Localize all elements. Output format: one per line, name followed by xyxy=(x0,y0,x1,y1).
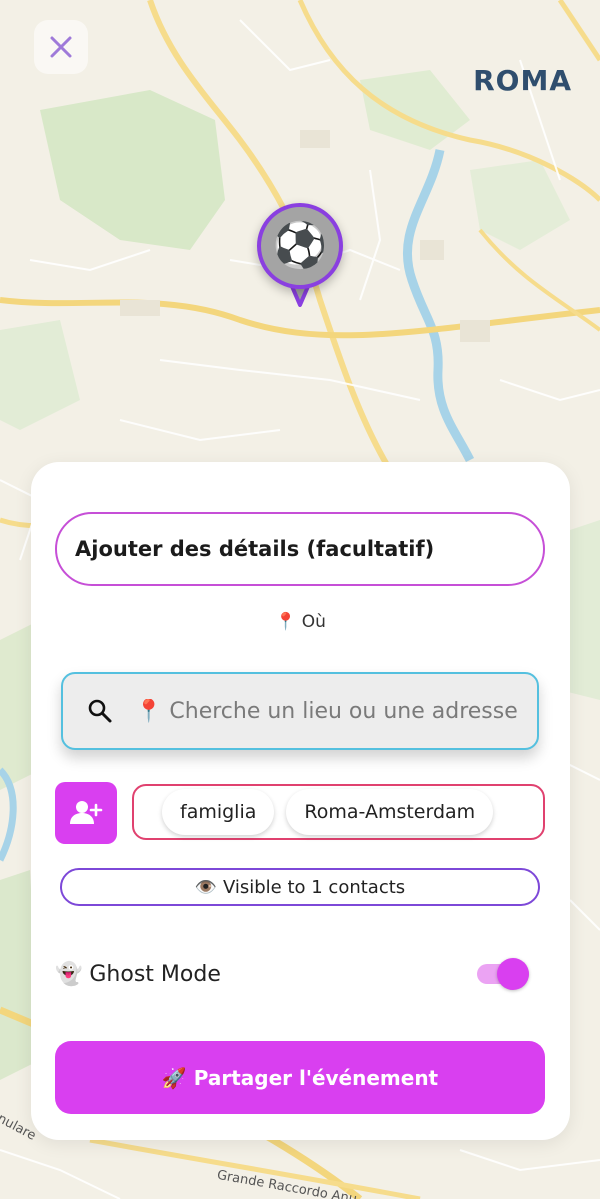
ghost-mode-toggle[interactable] xyxy=(477,958,529,990)
marker-bubble: ⚽ xyxy=(257,203,343,289)
ghost-mode-label: 👻 Ghost Mode xyxy=(55,961,221,987)
event-form-sheet: Ajouter des détails (facultatif) 📍 Où fa… xyxy=(31,462,570,1140)
where-label: 📍 Où xyxy=(275,612,326,632)
close-icon xyxy=(50,36,72,58)
soccer-ball-icon: ⚽ xyxy=(272,220,328,271)
city-label: ROMA xyxy=(473,64,572,97)
event-location-marker[interactable]: ⚽ xyxy=(257,203,343,311)
details-input-label: Ajouter des détails (facultatif) xyxy=(75,537,435,561)
ghost-mode-row: 👻 Ghost Mode xyxy=(55,954,535,994)
group-chip-famiglia[interactable]: famiglia xyxy=(162,789,275,835)
visibility-selector[interactable]: 👁️ Visible to 1 contacts xyxy=(60,868,540,906)
close-button[interactable] xyxy=(34,20,88,74)
add-contact-button[interactable] xyxy=(55,782,117,844)
location-search-box[interactable] xyxy=(61,672,539,750)
details-input[interactable]: Ajouter des détails (facultatif) xyxy=(55,512,545,586)
location-search-input[interactable] xyxy=(135,698,535,724)
group-chip-roma-amsterdam[interactable]: Roma-Amsterdam xyxy=(286,789,494,835)
share-event-button[interactable]: 🚀 Partager l'événement xyxy=(55,1041,545,1114)
add-person-icon xyxy=(70,801,103,824)
toggle-knob xyxy=(497,958,529,990)
search-icon xyxy=(88,699,112,723)
group-chips-row: famiglia Roma-Amsterdam xyxy=(132,784,545,840)
